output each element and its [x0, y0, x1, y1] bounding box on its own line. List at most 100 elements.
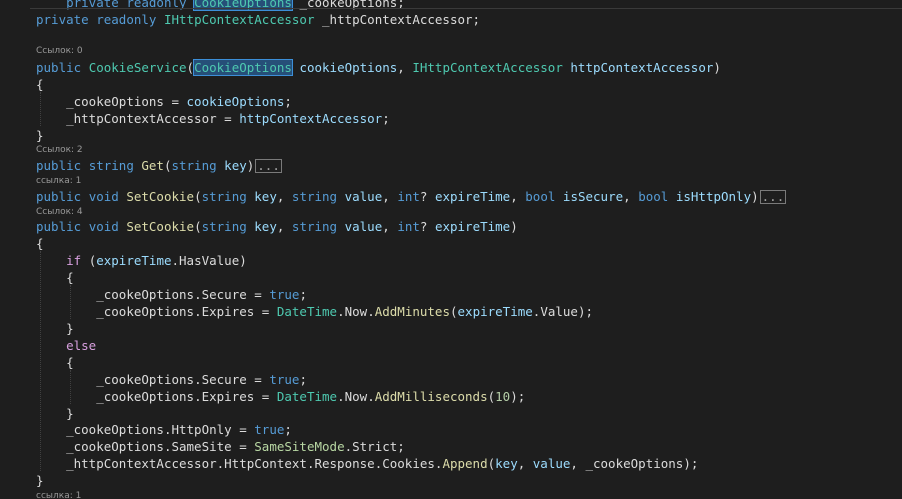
parameter: httpContextAccessor	[570, 60, 714, 75]
keyword-control: else	[66, 338, 97, 353]
code-line[interactable]: {	[0, 354, 902, 371]
code-line[interactable]: }	[0, 405, 902, 422]
field-name: _cookeOptions	[96, 389, 195, 404]
keyword: string	[171, 158, 217, 173]
field-name: _cookeOptions	[96, 372, 195, 387]
property: HttpOnly	[171, 422, 232, 437]
code-editor[interactable]: private readonly CookieOptions _cookeOpt…	[0, 0, 902, 499]
brace: }	[66, 321, 74, 336]
code-line[interactable]: _httpContextAccessor = httpContextAccess…	[0, 110, 902, 127]
parameter: expireTime	[96, 253, 172, 268]
keyword: string	[291, 219, 338, 234]
parameter: key	[254, 189, 277, 204]
parameter: key	[254, 219, 277, 234]
code-line[interactable]: _cookeOptions.SameSite = SameSiteMode.St…	[0, 438, 902, 455]
field-name: _cookeOptions	[96, 304, 195, 319]
code-lens-references[interactable]: ссылка: 1	[0, 175, 902, 187]
keyword: string	[201, 189, 247, 204]
code-line[interactable]: _cookeOptions.Expires = DateTime.Now.Add…	[0, 303, 902, 320]
code-line[interactable]: public void SetCookie(string key, string…	[0, 218, 902, 235]
code-line[interactable]: public void SetCookie(string key, string…	[0, 188, 902, 205]
code-line[interactable]: {	[0, 269, 902, 286]
field-name: _cookeOptions	[66, 439, 164, 454]
field-name: _cookeOptions	[66, 94, 164, 109]
keyword: private	[36, 12, 89, 27]
keyword-control: if	[66, 253, 82, 268]
type-name-highlighted[interactable]: CookieOptions	[193, 59, 293, 76]
keyword: public	[36, 60, 82, 75]
field-name: _httpContextAccessor	[66, 111, 217, 126]
brace: {	[36, 236, 44, 251]
code-line[interactable]: _httpContextAccessor.HttpContext.Respons…	[0, 455, 902, 472]
code-lens-references[interactable]: Ссылок: 4	[0, 206, 902, 218]
property: Cookies	[382, 456, 435, 471]
code-line[interactable]: }	[0, 127, 902, 144]
parameter: cookieOptions	[299, 60, 398, 75]
code-line[interactable]: _cookeOptions.Secure = true;	[0, 286, 902, 303]
indent-guide	[70, 285, 71, 319]
indent-guide	[70, 370, 71, 404]
keyword: readonly	[96, 12, 157, 27]
constructor-name: CookieService	[88, 60, 187, 75]
keyword: public	[36, 189, 82, 204]
parameter: key	[495, 456, 518, 471]
collapsed-region-button[interactable]: ...	[255, 159, 282, 173]
property: HasValue	[179, 253, 240, 268]
code-line[interactable]: private readonly IHttpContextAccessor _h…	[0, 11, 902, 28]
line-separator	[30, 8, 902, 9]
parameter: isSecure	[562, 189, 624, 204]
keyword: void	[88, 219, 119, 234]
code-lens-references[interactable]: Ссылок: 2	[0, 144, 902, 156]
collapsed-region-button[interactable]: ...	[759, 190, 787, 204]
keyword: true	[269, 372, 300, 387]
property: SameSite	[171, 439, 232, 454]
parameter: value	[532, 456, 571, 471]
code-line[interactable]: private readonly CookieOptions _cookeOpt…	[0, 0, 902, 11]
code-line[interactable]: {	[0, 235, 902, 252]
parameter: cookieOptions	[186, 94, 285, 109]
keyword: string	[201, 219, 247, 234]
parameter: key	[224, 158, 247, 173]
property: Secure	[201, 372, 247, 387]
keyword: bool	[525, 189, 556, 204]
code-line[interactable]: _cookeOptions = cookieOptions;	[0, 93, 902, 110]
brace: {	[66, 355, 74, 370]
brace: }	[36, 128, 44, 143]
property: Expires	[201, 304, 255, 319]
field-name: _cookeOptions	[585, 456, 684, 471]
code-lens-references[interactable]: ссылка: 1	[0, 490, 902, 499]
brace: }	[36, 473, 44, 488]
code-line[interactable]: }	[0, 320, 902, 337]
code-line[interactable]: else	[0, 337, 902, 354]
parameter: value	[344, 189, 383, 204]
parameter: expireTime	[434, 219, 511, 234]
method-name: Append	[442, 456, 488, 471]
keyword: true	[254, 422, 285, 437]
property: Secure	[201, 287, 247, 302]
method-name: AddMilliseconds	[374, 389, 488, 404]
property: Response	[314, 456, 375, 471]
method-name: AddMinutes	[374, 304, 450, 319]
code-line[interactable]: _cookeOptions.Secure = true;	[0, 371, 902, 388]
code-line[interactable]: }	[0, 472, 902, 489]
property: Value	[540, 304, 578, 319]
property: Now	[344, 304, 368, 319]
number-literal: 10	[495, 389, 511, 404]
code-line[interactable]: _cookeOptions.Expires = DateTime.Now.Add…	[0, 388, 902, 405]
parameter: expireTime	[457, 304, 533, 319]
property: Expires	[201, 389, 255, 404]
code-line[interactable]: {	[0, 76, 902, 93]
parameter: httpContextAccessor	[239, 111, 383, 126]
enum-name: SameSiteMode	[254, 439, 345, 454]
parameter: isHttpOnly	[675, 189, 752, 204]
code-line[interactable]: _cookeOptions.HttpOnly = true;	[0, 421, 902, 438]
code-line[interactable]: public string Get(string key)...	[0, 157, 902, 174]
code-line[interactable]: public CookieService(CookieOptions cooki…	[0, 59, 902, 76]
type-name: IHttpContextAccessor	[163, 12, 315, 27]
method-name: Get	[141, 158, 164, 173]
indent-guide	[40, 92, 41, 126]
brace: {	[66, 270, 74, 285]
code-lens-references[interactable]: Ссылок: 0	[0, 45, 902, 57]
code-line[interactable]: if (expireTime.HasValue)	[0, 252, 902, 269]
field-name: _cookeOptions	[66, 422, 164, 437]
